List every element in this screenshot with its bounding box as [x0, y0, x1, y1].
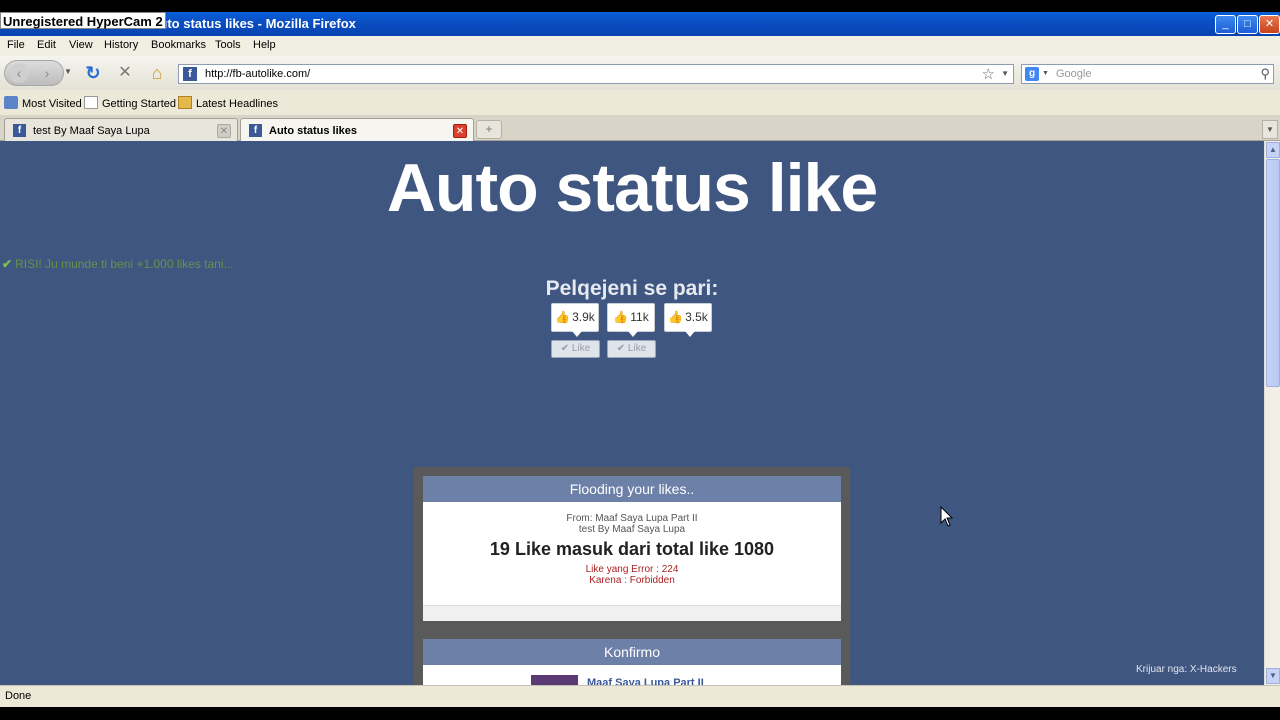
vertical-scrollbar[interactable]: ▲ ▼ — [1264, 141, 1280, 685]
reload-icon[interactable]: ↻ — [82, 62, 104, 84]
forward-icon[interactable]: › — [37, 63, 57, 83]
menu-file[interactable]: File — [7, 39, 25, 51]
flooding-panel-header: Flooding your likes.. — [423, 476, 841, 502]
tab-label: Auto status likes — [269, 125, 358, 137]
page-content: Auto status like ✔ RISI! Ju munde ti beni… — [0, 141, 1264, 685]
window-titlebar[interactable]: Auto status likes - Mozilla Firefox _ □ … — [0, 12, 1280, 36]
check-icon: ✔ — [616, 343, 628, 354]
flood-result: 19 Like masuk dari total like 1080 — [489, 539, 775, 559]
like-button-label: Like — [571, 343, 591, 354]
tab-test-by-maaf[interactable]: f test By Maaf Saya Lupa ✕ — [4, 118, 238, 141]
thumbs-up-icon: 👍 — [555, 310, 571, 324]
menu-tools[interactable]: Tools — [215, 39, 241, 51]
bookmark-latest-headlines[interactable]: Latest Headlines — [178, 96, 278, 110]
bookmark-label: Latest Headlines — [196, 98, 278, 110]
new-tab-button[interactable]: + — [476, 120, 502, 139]
window-title: Auto status likes - Mozilla Firefox — [150, 16, 356, 31]
share-title: Pelqejeni se pari: — [545, 277, 719, 300]
url-dropdown-icon[interactable]: ▼ — [1001, 69, 1009, 78]
page-icon — [84, 96, 98, 109]
menu-bar: File Edit View History Bookmarks Tools H… — [0, 36, 1280, 56]
thumbs-up-icon: 👍 — [668, 310, 684, 324]
like-count: 11k — [630, 310, 649, 324]
search-input[interactable]: Google — [1056, 68, 1091, 80]
rss-folder-icon — [178, 96, 192, 109]
menu-edit[interactable]: Edit — [37, 39, 56, 51]
like-button-label: Like — [627, 343, 647, 354]
search-engine-dropdown-icon[interactable]: ▼ — [1042, 70, 1049, 77]
tab-close-icon[interactable]: ✕ — [453, 124, 467, 138]
post-thumbnail — [531, 675, 578, 685]
url-text[interactable]: http://fb-autolike.com/ — [205, 68, 310, 80]
scroll-down-icon[interactable]: ▼ — [1266, 668, 1280, 684]
close-window-button[interactable]: ✕ — [1259, 15, 1280, 34]
credit-text: Krijuar nga: X-Hackers — [1136, 664, 1237, 675]
facebook-favicon-icon: f — [183, 67, 197, 81]
confirm-panel-header: Konfirmo — [423, 639, 841, 665]
like-count-box: 👍 3.9k — [551, 303, 599, 337]
thumbs-up-icon: 👍 — [613, 310, 629, 324]
bookmarks-toolbar: Most Visited Getting Started Latest Head… — [0, 92, 1280, 114]
tab-label: test By Maaf Saya Lupa — [33, 125, 150, 137]
like-count: 3.9k — [572, 310, 595, 324]
menu-bookmarks[interactable]: Bookmarks — [151, 39, 206, 51]
most-visited-icon — [4, 96, 18, 109]
tab-close-icon[interactable]: ✕ — [217, 124, 231, 138]
google-engine-icon[interactable]: g — [1025, 67, 1039, 81]
minimize-button[interactable]: _ — [1215, 15, 1236, 34]
flood-reason: Karena : Forbidden — [589, 575, 675, 586]
maximize-button[interactable]: □ — [1237, 15, 1258, 34]
flooding-panel: Flooding your likes.. From: Maaf Saya Lu… — [423, 476, 841, 621]
navigation-toolbar: ‹ › ▼ ↻ ✕ ⌂ f http://fb-autolike.com/ ☆ … — [0, 56, 1280, 90]
bookmark-getting-started[interactable]: Getting Started — [84, 96, 176, 110]
like-count-box: 👍 11k — [607, 303, 655, 337]
bookmark-label: Getting Started — [102, 98, 176, 110]
scrollbar-thumb[interactable] — [1266, 159, 1280, 387]
post-title-link[interactable]: Maaf Saya Lupa Part II — [587, 677, 704, 685]
promo-line: ✔ RISI! Ju munde ti beni +1.000 likes tan… — [2, 257, 234, 271]
history-dropdown-icon[interactable]: ▼ — [64, 67, 72, 76]
stop-icon[interactable]: ✕ — [114, 62, 136, 84]
facebook-favicon-icon: f — [249, 124, 262, 137]
promo-text: RISI! Ju munde ti beni +1.000 likes tani… — [15, 257, 234, 271]
like-button[interactable]: ✔ Like — [607, 340, 656, 358]
flood-error-count: Like yang Error : 224 — [585, 564, 679, 575]
bookmark-label: Most Visited — [22, 98, 82, 110]
bottom-black-band — [0, 707, 1280, 720]
page-headline: Auto status like — [386, 150, 878, 226]
search-icon[interactable]: ⚲ — [1260, 66, 1270, 82]
mouse-cursor-icon — [940, 506, 954, 527]
flooding-panel-footer — [423, 605, 841, 621]
hypercam-watermark: Unregistered HyperCam 2 — [0, 12, 166, 29]
list-all-tabs-icon[interactable]: ▼ — [1262, 120, 1278, 139]
screen: Auto status likes - Mozilla Firefox _ □ … — [0, 0, 1280, 720]
top-black-band — [0, 0, 1280, 12]
like-button[interactable]: ✔ Like — [551, 340, 600, 358]
checkmark-icon: ✔ — [2, 257, 13, 271]
flood-by: test By Maaf Saya Lupa — [578, 524, 686, 535]
tab-strip: f test By Maaf Saya Lupa ✕ f Auto status… — [0, 115, 1280, 142]
facebook-favicon-icon: f — [13, 124, 26, 137]
search-bar[interactable]: g ▼ Google ⚲ — [1021, 64, 1274, 84]
home-icon[interactable]: ⌂ — [146, 62, 168, 84]
tab-auto-status-likes[interactable]: f Auto status likes ✕ — [240, 118, 474, 142]
like-count: 3.5k — [685, 310, 708, 324]
back-icon[interactable]: ‹ — [9, 63, 29, 83]
scroll-up-icon[interactable]: ▲ — [1266, 142, 1280, 158]
status-panels: Flooding your likes.. From: Maaf Saya Lu… — [414, 467, 850, 685]
bookmark-star-icon[interactable]: ☆ — [982, 65, 995, 83]
like-count-box: 👍 3.5k — [664, 303, 712, 337]
status-bar: Done — [0, 685, 1280, 707]
menu-view[interactable]: View — [69, 39, 93, 51]
status-text: Done — [5, 690, 32, 702]
check-icon: ✔ — [560, 343, 572, 354]
menu-history[interactable]: History — [104, 39, 138, 51]
flood-from: From: Maaf Saya Lupa Part II — [566, 513, 698, 524]
url-bar[interactable]: f http://fb-autolike.com/ ☆ ▼ — [178, 64, 1014, 84]
confirm-panel: Konfirmo Maaf Saya Lupa Part II — [423, 639, 841, 685]
bookmark-most-visited[interactable]: Most Visited — [4, 96, 82, 110]
back-forward-group: ‹ › — [4, 60, 64, 86]
menu-help[interactable]: Help — [253, 39, 276, 51]
